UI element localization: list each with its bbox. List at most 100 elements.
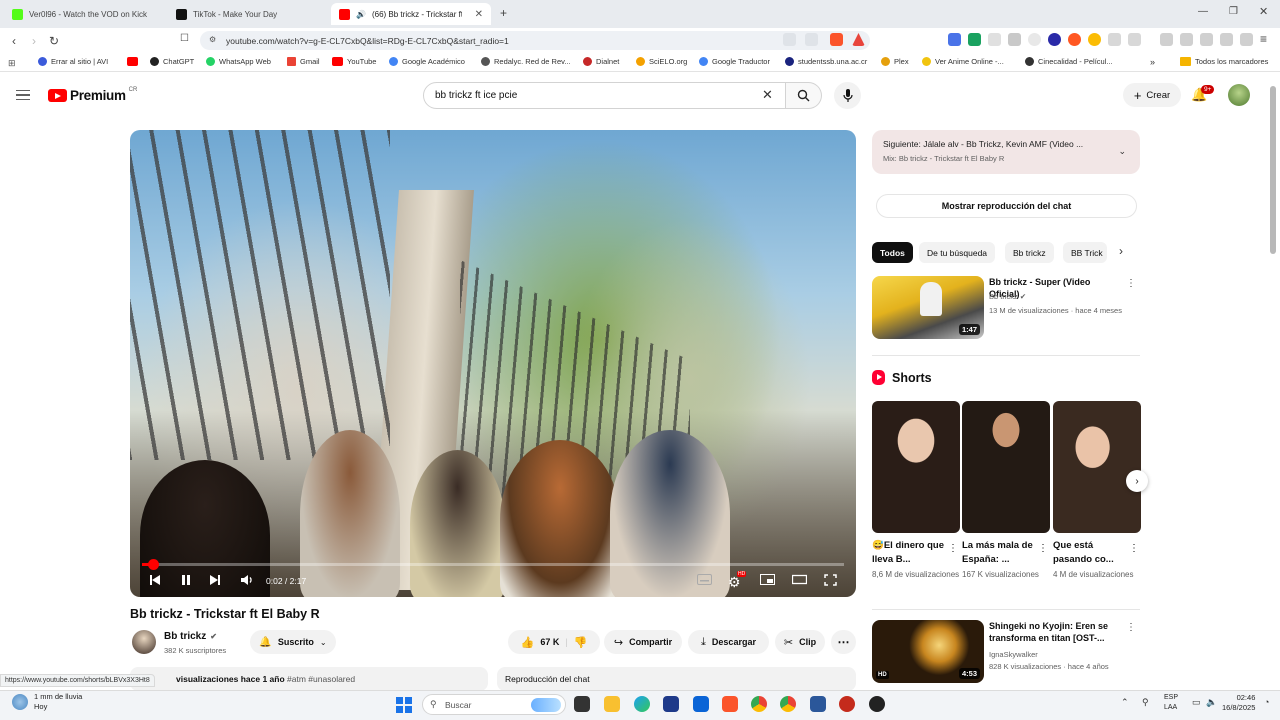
extensions-puzzle-icon[interactable]	[1108, 33, 1121, 46]
recommendation-item[interactable]: 1:47 Bb trickz - Super (Video Oficial) B…	[872, 276, 1140, 342]
more-vertical-icon[interactable]: ⋮	[1038, 543, 1048, 554]
bookmarks-overflow-button[interactable]: »	[1150, 57, 1155, 67]
maximize-button[interactable]: ❐	[1229, 6, 1238, 17]
language-indicator[interactable]: ESP LAA	[1164, 693, 1178, 713]
chip-bb-trickz[interactable]: Bb trickz	[1005, 242, 1054, 263]
screenshot-icon[interactable]	[1128, 33, 1141, 46]
download-button[interactable]: ⤓ Descargar	[688, 630, 769, 654]
bookmark-item[interactable]: Plex	[881, 57, 909, 66]
fullscreen-button[interactable]	[824, 574, 837, 586]
sidebar-icon[interactable]	[1180, 33, 1193, 46]
clip-button[interactable]: ✂ Clip	[775, 630, 825, 654]
previous-button[interactable]	[149, 574, 161, 586]
youtube-premium-logo[interactable]: Premium CR	[48, 87, 137, 103]
network-icon[interactable]: ▭	[1192, 697, 1201, 708]
chip-todos[interactable]: Todos	[872, 242, 913, 263]
taskbar-search-box[interactable]: ⚲ Buscar	[422, 694, 566, 715]
chips-next-arrow-icon[interactable]: ›	[1119, 244, 1123, 258]
chat-replay-header[interactable]: Reproducción del chat	[497, 667, 856, 691]
browser-tab-youtube[interactable]: 🔊 (66) Bb trickz - Trickstar ft El B ✕	[331, 3, 491, 25]
address-bar[interactable]: ⚙ youtube.com/watch?v=g-E-CL7CxbQ&list=R…	[200, 31, 870, 50]
bookmark-item[interactable]: SciELO.org	[636, 57, 687, 66]
bookmark-item[interactable]: Errar al sitio | AVI	[38, 57, 108, 66]
word-icon[interactable]	[810, 696, 826, 712]
apps-grid-icon[interactable]: ⊞	[8, 58, 16, 69]
bookmark-item[interactable]	[127, 57, 142, 66]
store-icon[interactable]	[663, 696, 679, 712]
show-chat-replay-button[interactable]: Mostrar reproducción del chat	[876, 194, 1137, 218]
like-icon[interactable]: 👍	[521, 636, 535, 649]
app-icon[interactable]	[839, 696, 855, 712]
settings-button[interactable]: ⚙ HD	[728, 571, 747, 591]
recommendation-channel[interactable]: Bb trickz ✔	[989, 292, 1026, 301]
dislike-icon[interactable]: 👎	[574, 636, 588, 649]
volume-button[interactable]	[240, 574, 254, 586]
brave-shields-icon[interactable]	[830, 33, 843, 46]
subscribed-button[interactable]: 🔔 Suscrito ⌄	[250, 630, 336, 654]
short-title[interactable]: La más mala de España: ...	[962, 539, 1036, 567]
channel-avatar[interactable]	[132, 630, 156, 654]
close-tab-icon[interactable]: ✕	[475, 9, 483, 20]
subtitles-button[interactable]	[697, 574, 712, 585]
media-icon[interactable]	[1160, 33, 1173, 46]
download-extension-icon[interactable]	[968, 33, 981, 46]
browser-tab-kick[interactable]: Ver0l96 - Watch the VOD on Kick	[4, 3, 164, 25]
next-button[interactable]	[209, 574, 221, 586]
shorts-next-button[interactable]: ›	[1126, 470, 1148, 492]
more-vertical-icon[interactable]: ⋮	[948, 543, 958, 554]
more-vertical-icon[interactable]: ⋮	[1129, 543, 1139, 554]
bookmark-page-icon[interactable]: ☐	[180, 33, 189, 44]
description-hashtags[interactable]: #atm #unasolared	[287, 674, 355, 684]
leo-ai-icon[interactable]	[1220, 33, 1233, 46]
back-button[interactable]: ‹	[4, 31, 24, 51]
recommendation-title[interactable]: Shingeki no Kyojin: Eren se transforma e…	[989, 620, 1119, 644]
short-thumbnail[interactable]	[1053, 401, 1141, 533]
start-button[interactable]	[396, 697, 412, 713]
like-count[interactable]: 67 K	[540, 637, 559, 647]
outlook-icon[interactable]	[693, 696, 709, 712]
video-progress-bar[interactable]	[142, 559, 844, 570]
voice-search-button[interactable]	[834, 82, 861, 109]
clear-search-icon[interactable]: ✕	[762, 87, 773, 103]
browser-tab-tiktok[interactable]: TikTok - Make Your Day	[168, 3, 328, 25]
video-thumbnail[interactable]: HD 4:53	[872, 620, 984, 683]
tray-overflow-icon[interactable]: ⌃	[1121, 697, 1129, 708]
progress-scrubber-handle[interactable]	[147, 559, 159, 570]
bookmark-item[interactable]: Gmail	[287, 57, 320, 66]
short-title[interactable]: 😅El dinero que lleva B...	[872, 539, 946, 567]
bookmark-item[interactable]: studentssb.una.ac.cr	[785, 57, 867, 66]
chevron-down-icon[interactable]: ⌄	[1118, 146, 1126, 157]
recommendation-item[interactable]: HD 4:53 Shingeki no Kyojin: Eren se tran…	[872, 620, 1140, 686]
chip-bb-trick[interactable]: BB Trick	[1063, 242, 1107, 263]
channel-name[interactable]: Bb trickz ✔	[164, 631, 217, 642]
search-input[interactable]: bb trickz ft ice pcie ✕	[423, 82, 786, 109]
video-thumbnail[interactable]: 1:47	[872, 276, 984, 339]
forward-button[interactable]: ›	[24, 31, 44, 51]
bookmark-item[interactable]: Dialnet	[583, 57, 619, 66]
site-info-icon[interactable]: ⚙	[209, 35, 216, 44]
file-explorer-icon[interactable]	[604, 696, 620, 712]
page-scrollbar[interactable]	[1270, 86, 1276, 254]
install-app-icon[interactable]	[783, 33, 796, 46]
bookmark-item[interactable]: Cinecalidad - Películ...	[1025, 57, 1113, 66]
weather-widget[interactable]: 1 mm de lluvia Hoy	[12, 692, 82, 712]
browser-menu-icon[interactable]: ≡	[1260, 32, 1267, 46]
short-title[interactable]: Que está pasando co...	[1053, 539, 1127, 567]
extension-icon[interactable]	[988, 33, 1001, 46]
chrome-icon[interactable]	[751, 696, 767, 712]
more-vertical-icon[interactable]: ⋮	[1126, 278, 1136, 289]
short-thumbnail[interactable]	[962, 401, 1050, 533]
wallet-icon[interactable]	[1200, 33, 1213, 46]
speaker-icon[interactable]: 🔈	[1206, 697, 1217, 708]
short-item[interactable]: La más mala de España: ... 167 K visuali…	[962, 401, 1050, 581]
reload-button[interactable]: ↻	[44, 31, 64, 51]
video-player[interactable]: 0:02 / 2:17 ⚙ HD	[130, 130, 856, 597]
theater-mode-button[interactable]	[792, 574, 807, 585]
short-item[interactable]: Que está pasando co... 4 M de visualizac…	[1053, 401, 1141, 581]
all-bookmarks-folder[interactable]: Todos los marcadores	[1180, 57, 1268, 66]
vpn-icon[interactable]	[1240, 33, 1253, 46]
create-button[interactable]: + Crear	[1123, 83, 1181, 107]
up-next-panel[interactable]: Siguiente: Jálale alv - Bb Trickz, Kevin…	[872, 130, 1140, 174]
search-button[interactable]	[786, 82, 822, 109]
bookmark-item[interactable]: Google Traductor	[699, 57, 770, 66]
